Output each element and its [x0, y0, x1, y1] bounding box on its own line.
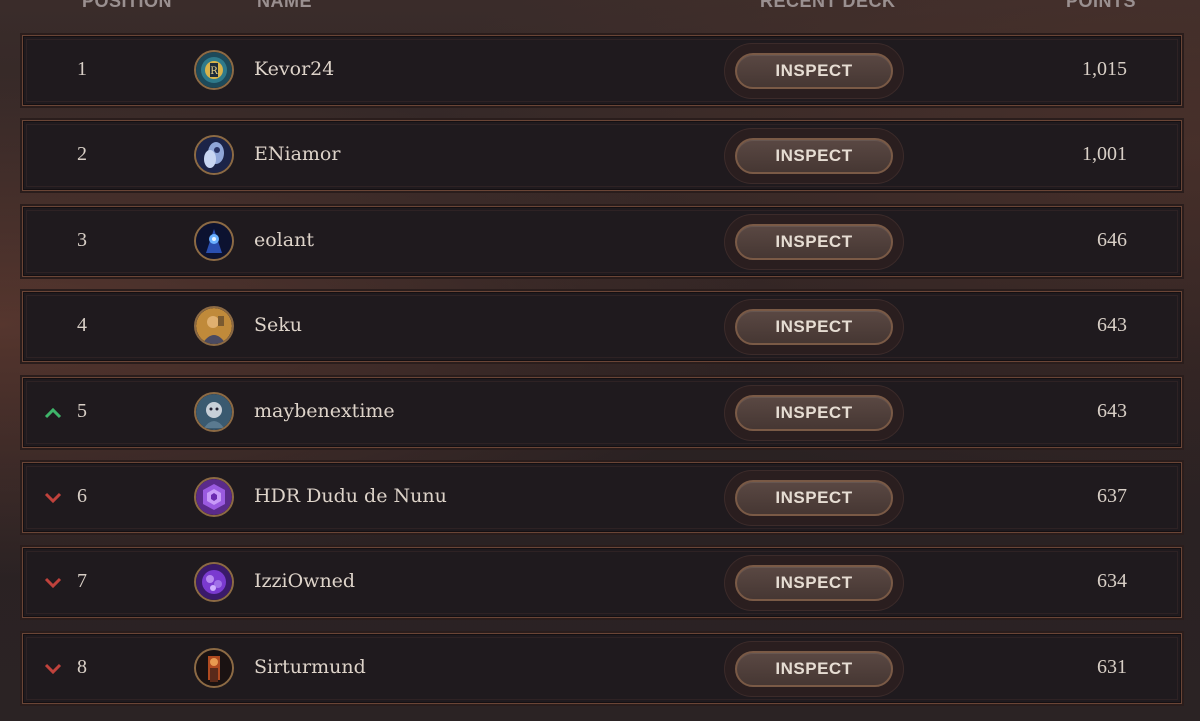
player-points: 631: [1097, 655, 1127, 678]
inspect-deck-button[interactable]: INSPECT: [735, 394, 893, 431]
inspect-deck-button[interactable]: INSPECT: [735, 479, 893, 516]
player-icon: [196, 478, 232, 515]
leaderboard-row: 8 Sirturmund INSPECT 631: [22, 632, 1182, 704]
avatar: [194, 562, 234, 603]
player-icon: [196, 649, 232, 686]
leaderboard-list: 1 R Kevor24 INSPECT 1,015 2 ENiamor INSP…: [22, 35, 1182, 704]
player-name: Kevor24: [254, 58, 335, 80]
player-points: 643: [1097, 399, 1127, 422]
rank-position: 2: [77, 143, 87, 166]
rank-position: 3: [77, 228, 87, 251]
player-name: Seku: [254, 314, 303, 337]
rank-position: 4: [77, 314, 87, 337]
inspect-button-frame: INSPECT: [725, 300, 903, 355]
player-icon: [196, 564, 232, 601]
inspect-deck-button[interactable]: INSPECT: [735, 309, 893, 346]
inspect-button-frame: INSPECT: [725, 556, 903, 611]
player-points: 1,001: [1082, 143, 1127, 166]
leaderboard-row: 2 ENiamor INSPECT 1,001: [22, 120, 1182, 192]
rank-position: 8: [77, 655, 87, 678]
rank-position: 1: [77, 58, 87, 80]
inspect-button-frame: INSPECT: [725, 214, 903, 269]
player-icon: [196, 222, 232, 259]
inspect-deck-button[interactable]: INSPECT: [735, 138, 893, 175]
avatar: [194, 476, 234, 517]
avatar: R: [194, 50, 234, 90]
avatar: [194, 647, 234, 688]
rank-down-icon: [43, 491, 63, 505]
player-points: 634: [1097, 570, 1127, 593]
leaderboard-row: 3 eolant INSPECT 646: [22, 205, 1182, 277]
rank-down-icon: [43, 576, 63, 590]
column-header-position: POSITION: [82, 0, 173, 11]
player-icon: [196, 393, 232, 430]
column-header-name: NAME: [257, 0, 312, 11]
leaderboard-row: 5 maybenextime INSPECT 643: [22, 376, 1182, 448]
column-header-recent-deck: RECENT DECK: [760, 0, 896, 11]
leaderboard-row: 4 Seku INSPECT 643: [22, 291, 1182, 363]
inspect-deck-button[interactable]: INSPECT: [735, 650, 893, 687]
player-name: Sirturmund: [254, 655, 366, 678]
player-name: ENiamor: [254, 143, 341, 166]
rank-position: 5: [77, 399, 87, 422]
inspect-button-frame: INSPECT: [725, 44, 903, 98]
avatar: [194, 220, 234, 261]
player-name: maybenextime: [254, 399, 395, 422]
inspect-button-frame: INSPECT: [725, 385, 903, 440]
inspect-button-frame: INSPECT: [725, 641, 903, 696]
player-points: 1,015: [1082, 58, 1127, 80]
player-name: HDR Dudu de Nunu: [254, 484, 447, 507]
player-points: 643: [1097, 314, 1127, 337]
leaderboard-row: 7 IzziOwned INSPECT 634: [22, 547, 1182, 619]
inspect-deck-button[interactable]: INSPECT: [735, 53, 893, 89]
inspect-button-frame: INSPECT: [725, 470, 903, 525]
player-points: 637: [1097, 484, 1127, 507]
leaderboard-row: 6 HDR Dudu de Nunu INSPECT 637: [22, 461, 1182, 533]
avatar: [194, 306, 234, 347]
inspect-button-frame: INSPECT: [725, 129, 903, 184]
player-icon: [196, 308, 232, 345]
inspect-deck-button[interactable]: INSPECT: [735, 565, 893, 602]
avatar: [194, 391, 234, 432]
rank-position: 6: [77, 484, 87, 507]
column-header-points: POINTS: [1066, 0, 1137, 11]
avatar: [194, 135, 234, 176]
player-points: 646: [1097, 228, 1127, 251]
player-name: eolant: [254, 228, 314, 251]
svg-text:R: R: [210, 66, 218, 77]
player-name: IzziOwned: [254, 570, 356, 593]
rank-position: 7: [77, 570, 87, 593]
player-icon: R: [196, 52, 232, 88]
leaderboard-row: 1 R Kevor24 INSPECT 1,015: [22, 35, 1182, 106]
inspect-deck-button[interactable]: INSPECT: [735, 223, 893, 260]
rank-up-icon: [43, 406, 63, 420]
player-icon: [196, 137, 232, 174]
rank-down-icon: [43, 662, 63, 676]
leaderboard-header: POSITION NAME RECENT DECK POINTS: [0, 0, 1200, 15]
